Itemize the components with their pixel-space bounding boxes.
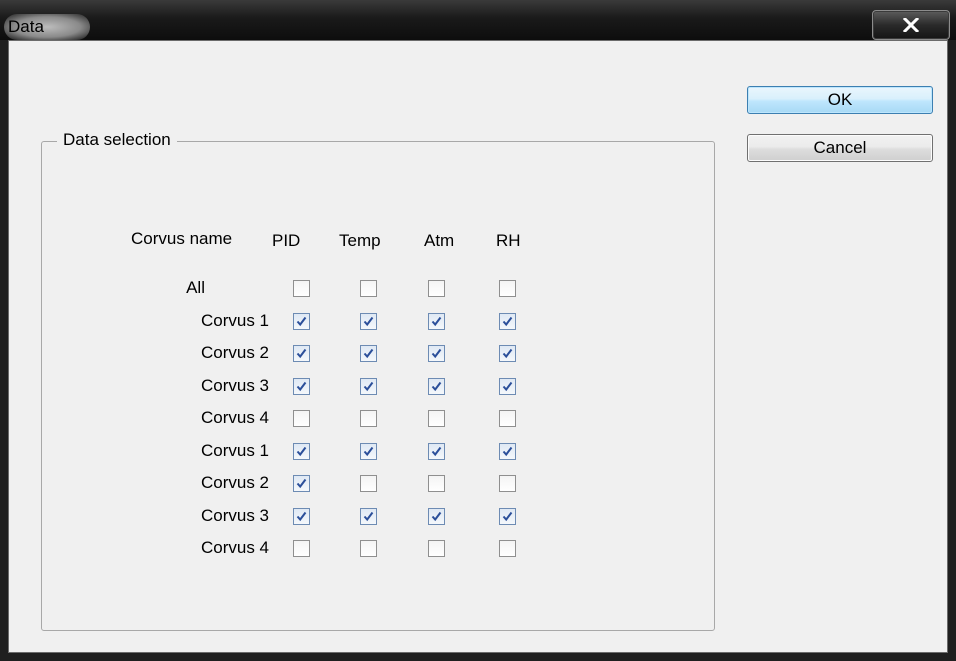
check-icon [431,348,442,359]
checkbox-atm[interactable] [428,410,445,427]
groupbox-title: Data selection [57,130,177,150]
checkbox-temp[interactable] [360,410,377,427]
data-selection-groupbox [41,141,715,631]
checkbox-temp[interactable] [360,280,377,297]
checkbox-rh[interactable] [499,378,516,395]
dialog-window: Data OK Cancel Data selection Corvus nam… [0,0,956,661]
checkbox-rh[interactable] [499,313,516,330]
ok-button[interactable]: OK [747,86,933,114]
row-label: Corvus 4 [200,408,269,427]
checkbox-atm[interactable] [428,313,445,330]
check-icon [363,446,374,457]
check-icon [363,511,374,522]
checkbox-rh[interactable] [499,345,516,362]
check-icon [296,478,307,489]
check-icon [296,316,307,327]
checkbox-rh[interactable] [499,280,516,297]
close-button[interactable] [872,10,950,40]
checkbox-pid[interactable] [293,313,310,330]
check-icon [431,446,442,457]
checkbox-pid[interactable] [293,540,310,557]
check-icon [296,348,307,359]
check-icon [296,511,307,522]
checkbox-rh[interactable] [499,475,516,492]
check-icon [502,511,513,522]
checkbox-temp[interactable] [360,540,377,557]
row-label: Corvus 2 [200,343,269,362]
check-icon [363,381,374,392]
checkbox-temp[interactable] [360,508,377,525]
row-label: Corvus 1 [200,311,269,330]
checkbox-rh[interactable] [499,508,516,525]
check-icon [296,381,307,392]
close-icon [903,18,919,32]
cancel-button[interactable]: Cancel [747,134,933,162]
checkbox-atm[interactable] [428,280,445,297]
row-label: Corvus 3 [200,506,269,525]
checkbox-temp[interactable] [360,443,377,460]
checkbox-atm[interactable] [428,540,445,557]
checkbox-atm[interactable] [428,475,445,492]
check-icon [431,316,442,327]
check-icon [502,446,513,457]
header-corvus-name: Corvus name [131,229,233,248]
checkbox-pid[interactable] [293,443,310,460]
dialog-client-area: OK Cancel Data selection Corvus name PID… [8,40,948,653]
window-title: Data [8,17,44,36]
checkbox-rh[interactable] [499,410,516,427]
row-label: Corvus 3 [200,376,269,395]
checkbox-pid[interactable] [293,508,310,525]
row-label: Corvus 4 [200,538,269,557]
checkbox-rh[interactable] [499,540,516,557]
header-temp: Temp [339,231,381,250]
checkbox-temp[interactable] [360,345,377,362]
check-icon [363,316,374,327]
row-label: Corvus 1 [200,441,269,460]
checkbox-temp[interactable] [360,378,377,395]
check-icon [502,316,513,327]
check-icon [296,446,307,457]
check-icon [502,348,513,359]
header-pid: PID [272,231,301,250]
checkbox-rh[interactable] [499,443,516,460]
check-icon [431,381,442,392]
check-icon [431,511,442,522]
checkbox-atm[interactable] [428,378,445,395]
checkbox-pid[interactable] [293,345,310,362]
check-icon [502,381,513,392]
check-icon [363,348,374,359]
title-bar[interactable]: Data [0,0,956,40]
checkbox-atm[interactable] [428,345,445,362]
checkbox-pid[interactable] [293,378,310,395]
row-label: All [186,278,205,297]
header-atm: Atm [424,231,455,250]
checkbox-atm[interactable] [428,508,445,525]
checkbox-atm[interactable] [428,443,445,460]
row-label: Corvus 2 [200,473,269,492]
checkbox-pid[interactable] [293,280,310,297]
checkbox-pid[interactable] [293,475,310,492]
checkbox-temp[interactable] [360,313,377,330]
checkbox-pid[interactable] [293,410,310,427]
checkbox-temp[interactable] [360,475,377,492]
header-rh: RH [496,231,521,250]
